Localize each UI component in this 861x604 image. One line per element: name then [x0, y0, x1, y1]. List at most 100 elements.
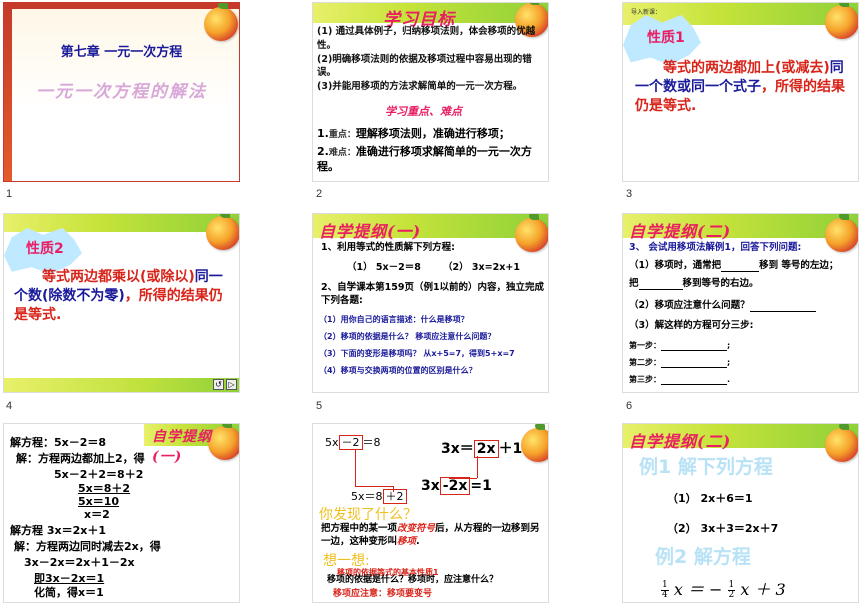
slide-2[interactable]: 学习目标 (1) 通过具体例子，归纳移项法则，体会移项的优越性。 (2)明确移项…	[312, 2, 549, 182]
objectives-list: (1) 通过具体例子，归纳移项法则，体会移项的优越性。 (2)明确移项法则的依据…	[317, 25, 548, 94]
equation-text: =1	[470, 478, 492, 494]
property-text-part: 等式两边都乘以(或除以)	[42, 269, 195, 285]
definition-highlight: 移项	[397, 536, 417, 548]
return-icon[interactable]: ↺	[213, 379, 224, 390]
equation-text: 5x＝8	[351, 490, 383, 503]
answer-blank[interactable]	[749, 311, 816, 313]
slide-7[interactable]: 自学提纲(一) 解方程：5x－2＝8 解：方程两边都加上2，得 5x－2＋2＝8…	[3, 423, 240, 603]
example-heading: 例2 解方程	[655, 546, 751, 568]
focus-heading: 学习重点、难点	[385, 105, 462, 118]
fill-text: 移到等号的右边。	[682, 278, 759, 289]
think-question-part: 移项时，应注意什么？	[408, 575, 499, 585]
think-question-part: 移项的依据是什么？	[327, 575, 409, 585]
key-point: 1.重点：理解移项法则，准确进行移项；	[317, 127, 510, 140]
definition-part: .	[416, 536, 420, 548]
step-end: ;	[727, 341, 731, 350]
slide-3[interactable]: 导入新课： 性质1 等式的两边都加上(或减去)同一个数或同一个式子，所得的结果仍…	[622, 2, 859, 182]
equation-line: 5x －2 ＝8	[325, 434, 381, 450]
math-text: x ＋ 3	[740, 580, 786, 599]
answer-blank[interactable]	[661, 367, 727, 368]
equation-text: 3x＝	[441, 441, 474, 457]
equation-item: （1） 2x＋6＝1	[667, 492, 753, 505]
answer-blank[interactable]	[661, 350, 727, 351]
example-heading: 例1 解下列方程	[639, 456, 773, 478]
slide-number: 5	[316, 400, 323, 412]
equation-text: 5x	[325, 436, 339, 449]
solution-line: 解：方程两边同时减去2x，得	[14, 540, 161, 553]
top-rail	[4, 3, 239, 9]
solution-line: x＝2	[84, 508, 110, 521]
slide-heading: 自学提纲(二)	[629, 222, 732, 241]
slide-9[interactable]: 自学提纲(二) 例1 解下列方程 （1） 2x＋6＝1 （2） 3x＋3＝2x＋…	[622, 423, 859, 603]
step-end: ;	[727, 358, 731, 367]
solution-line: 解方程：5x－2＝8	[10, 436, 107, 449]
slide-heading: 自学提纲(一)	[152, 429, 212, 465]
equation-line: 3x -2x =1	[421, 477, 492, 495]
slide-number: 3	[626, 188, 633, 200]
question-2: 2、自学课本第159页（例1以前的）内容，独立完成下列各题:	[321, 282, 545, 306]
question-1: 1、利用等式的性质解下列方程:	[321, 242, 455, 253]
math-text: x ＝ −	[673, 580, 723, 599]
denominator: 4	[662, 590, 668, 600]
slide-5[interactable]: 自学提纲(一) 1、利用等式的性质解下列方程: （1） 5x－2＝8 . （2）…	[312, 213, 549, 393]
slide-4[interactable]: 性质2 等式两边都乘以(或除以)同一个数(除数不为零)，所得的结果仍是等式. ↺…	[3, 213, 240, 393]
step-label: 第二步：	[629, 358, 661, 367]
answer-blank[interactable]	[638, 289, 683, 291]
fraction: 14	[661, 581, 669, 600]
equation-text: ＋1	[498, 441, 523, 457]
slide-number: 2	[316, 188, 323, 200]
slide-subtitle: 一元一次方程的解法	[36, 82, 207, 102]
play-icon[interactable]: ▷	[226, 379, 237, 390]
moved-term: ＋2	[382, 489, 407, 504]
fruit-icon	[521, 424, 548, 462]
fruit-icon	[204, 3, 238, 41]
slide-number: 6	[626, 400, 633, 412]
equation-line: 3x＝ 2x ＋1	[441, 438, 522, 458]
step-label: 第一步：	[629, 341, 661, 350]
slide-number: 4	[6, 400, 13, 412]
solution-line: 化简，得x＝1	[34, 586, 104, 599]
sub-question: （2）移项的依据是什么？ 移项应注意什么问题？	[319, 332, 496, 341]
sub-question: （3）下面的变形是移项吗？ 从x+5=7，得到5+x=7	[319, 349, 515, 358]
answer-blank[interactable]	[661, 384, 727, 385]
sub-question: （1）用你自己的语言描述：什么是移项？	[319, 315, 469, 324]
think-question: 移项的依据是什么？移项时，应注意什么？	[327, 572, 498, 585]
slide-heading: 自学提纲(二)	[629, 432, 732, 451]
fill-text: 把	[629, 278, 639, 289]
slide-6[interactable]: 自学提纲(二) 3、 会试用移项法解例1，回答下列问题: （1）移项时，通常把移…	[622, 213, 859, 393]
fraction: 12	[727, 581, 736, 600]
fill-text: （1）移项时，通常把	[629, 260, 722, 271]
moved-term: -2x	[439, 477, 471, 495]
slide-nav: ↺ ▷	[213, 379, 237, 390]
property-label: 性质1	[647, 30, 685, 46]
answer-blank[interactable]	[721, 271, 760, 273]
sub-question: （4）移项与交换两项的位置的区别是什么？	[319, 366, 477, 375]
difficult-point: 2.难点：准确进行移项求解简单的一元一次方程。	[317, 145, 532, 173]
objective-item: (1) 通过具体例子，归纳移项法则，体会移项的优越性。	[317, 26, 536, 51]
solution-line: 3x－2x＝2x＋1－2x	[24, 556, 135, 569]
step-line: 第二步：;	[629, 357, 730, 368]
definition-text: 把方程中的某一项改变符号后，从方程的一边移到另一边，这种变形叫移项.	[321, 522, 543, 549]
step-end: .	[727, 375, 731, 384]
fill-text: 移到 等号的左边；	[759, 260, 839, 271]
fill-line: 把 移到等号的右边。	[629, 278, 857, 291]
arrow-line	[355, 486, 393, 487]
property-label: 性质2	[26, 241, 64, 257]
question-found: 你发现了什么？	[319, 507, 417, 523]
slide-1[interactable]: 第七章 一元一次方程 一元一次方程的解法	[3, 2, 240, 182]
equation-line: 5x＝8 ＋2	[351, 488, 407, 504]
top-band	[4, 214, 239, 232]
math-equation: 14 x ＝ − 12 x ＋ 3	[661, 576, 786, 600]
property-text: 等式两边都乘以(或除以)同一个数(除数不为零)，所得的结果仍是等式.	[14, 268, 236, 325]
bottom-band	[4, 378, 239, 392]
moved-term: －2	[338, 435, 363, 450]
slide-8[interactable]: 5x －2 ＝8 3x＝ 2x ＋1 5x＝8 ＋2 3x -2x =1 你发现了什么？ 把方…	[312, 423, 549, 603]
fruit-icon	[206, 214, 239, 250]
arrow-line	[477, 456, 478, 478]
definition-part: 把方程中的某一项	[321, 523, 398, 534]
solution-line: 解：方程两边都加上2，得	[16, 452, 145, 465]
objective-item: (3)并能用移项的方法求解简单的一元一次方程。	[317, 81, 523, 93]
step-line: 第三步：.	[629, 374, 730, 385]
equation-item: （2） 3x＋3＝2x＋7	[667, 522, 779, 535]
definition-highlight: 改变符号	[397, 523, 436, 534]
